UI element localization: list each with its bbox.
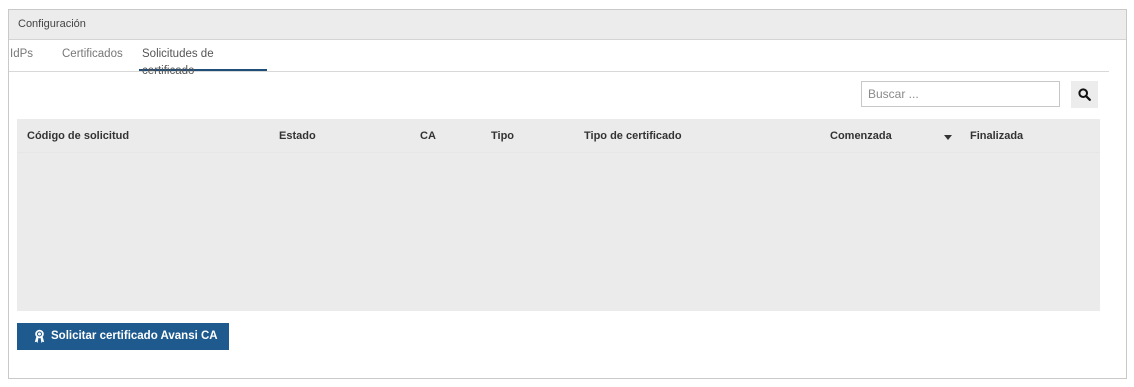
- request-certificate-button[interactable]: Solicitar certificado Avansi CA: [17, 323, 229, 350]
- table-header-divider: [17, 152, 1100, 153]
- search-input[interactable]: [861, 81, 1060, 107]
- tab-certificados[interactable]: Certificados: [62, 46, 123, 71]
- tab-bar: IdPs Certificados Solicitudes de certifi…: [9, 46, 1109, 77]
- column-header-finalizada[interactable]: Finalizada: [970, 130, 1023, 142]
- column-header-tipo-de-certificado[interactable]: Tipo de certificado: [584, 130, 682, 142]
- tab-solicitudes-de-certificado[interactable]: Solicitudes de certificado: [139, 46, 267, 77]
- requests-table: Código de solicitud Estado CA Tipo Tipo …: [17, 119, 1100, 311]
- certificate-icon: [34, 329, 45, 343]
- column-header-tipo[interactable]: Tipo: [491, 130, 514, 142]
- column-header-estado[interactable]: Estado: [279, 130, 316, 142]
- panel-title: Configuración: [18, 18, 86, 30]
- search-button[interactable]: [1071, 81, 1098, 108]
- search-icon: [1078, 88, 1091, 101]
- column-header-comenzada[interactable]: Comenzada: [830, 130, 892, 142]
- tab-idps[interactable]: IdPs: [10, 46, 33, 71]
- column-header-ca[interactable]: CA: [420, 130, 436, 142]
- panel-header: Configuración: [9, 10, 1126, 40]
- request-certificate-button-label: Solicitar certificado Avansi CA: [51, 330, 218, 342]
- sort-descending-icon[interactable]: [944, 135, 952, 140]
- column-header-codigo[interactable]: Código de solicitud: [27, 130, 129, 142]
